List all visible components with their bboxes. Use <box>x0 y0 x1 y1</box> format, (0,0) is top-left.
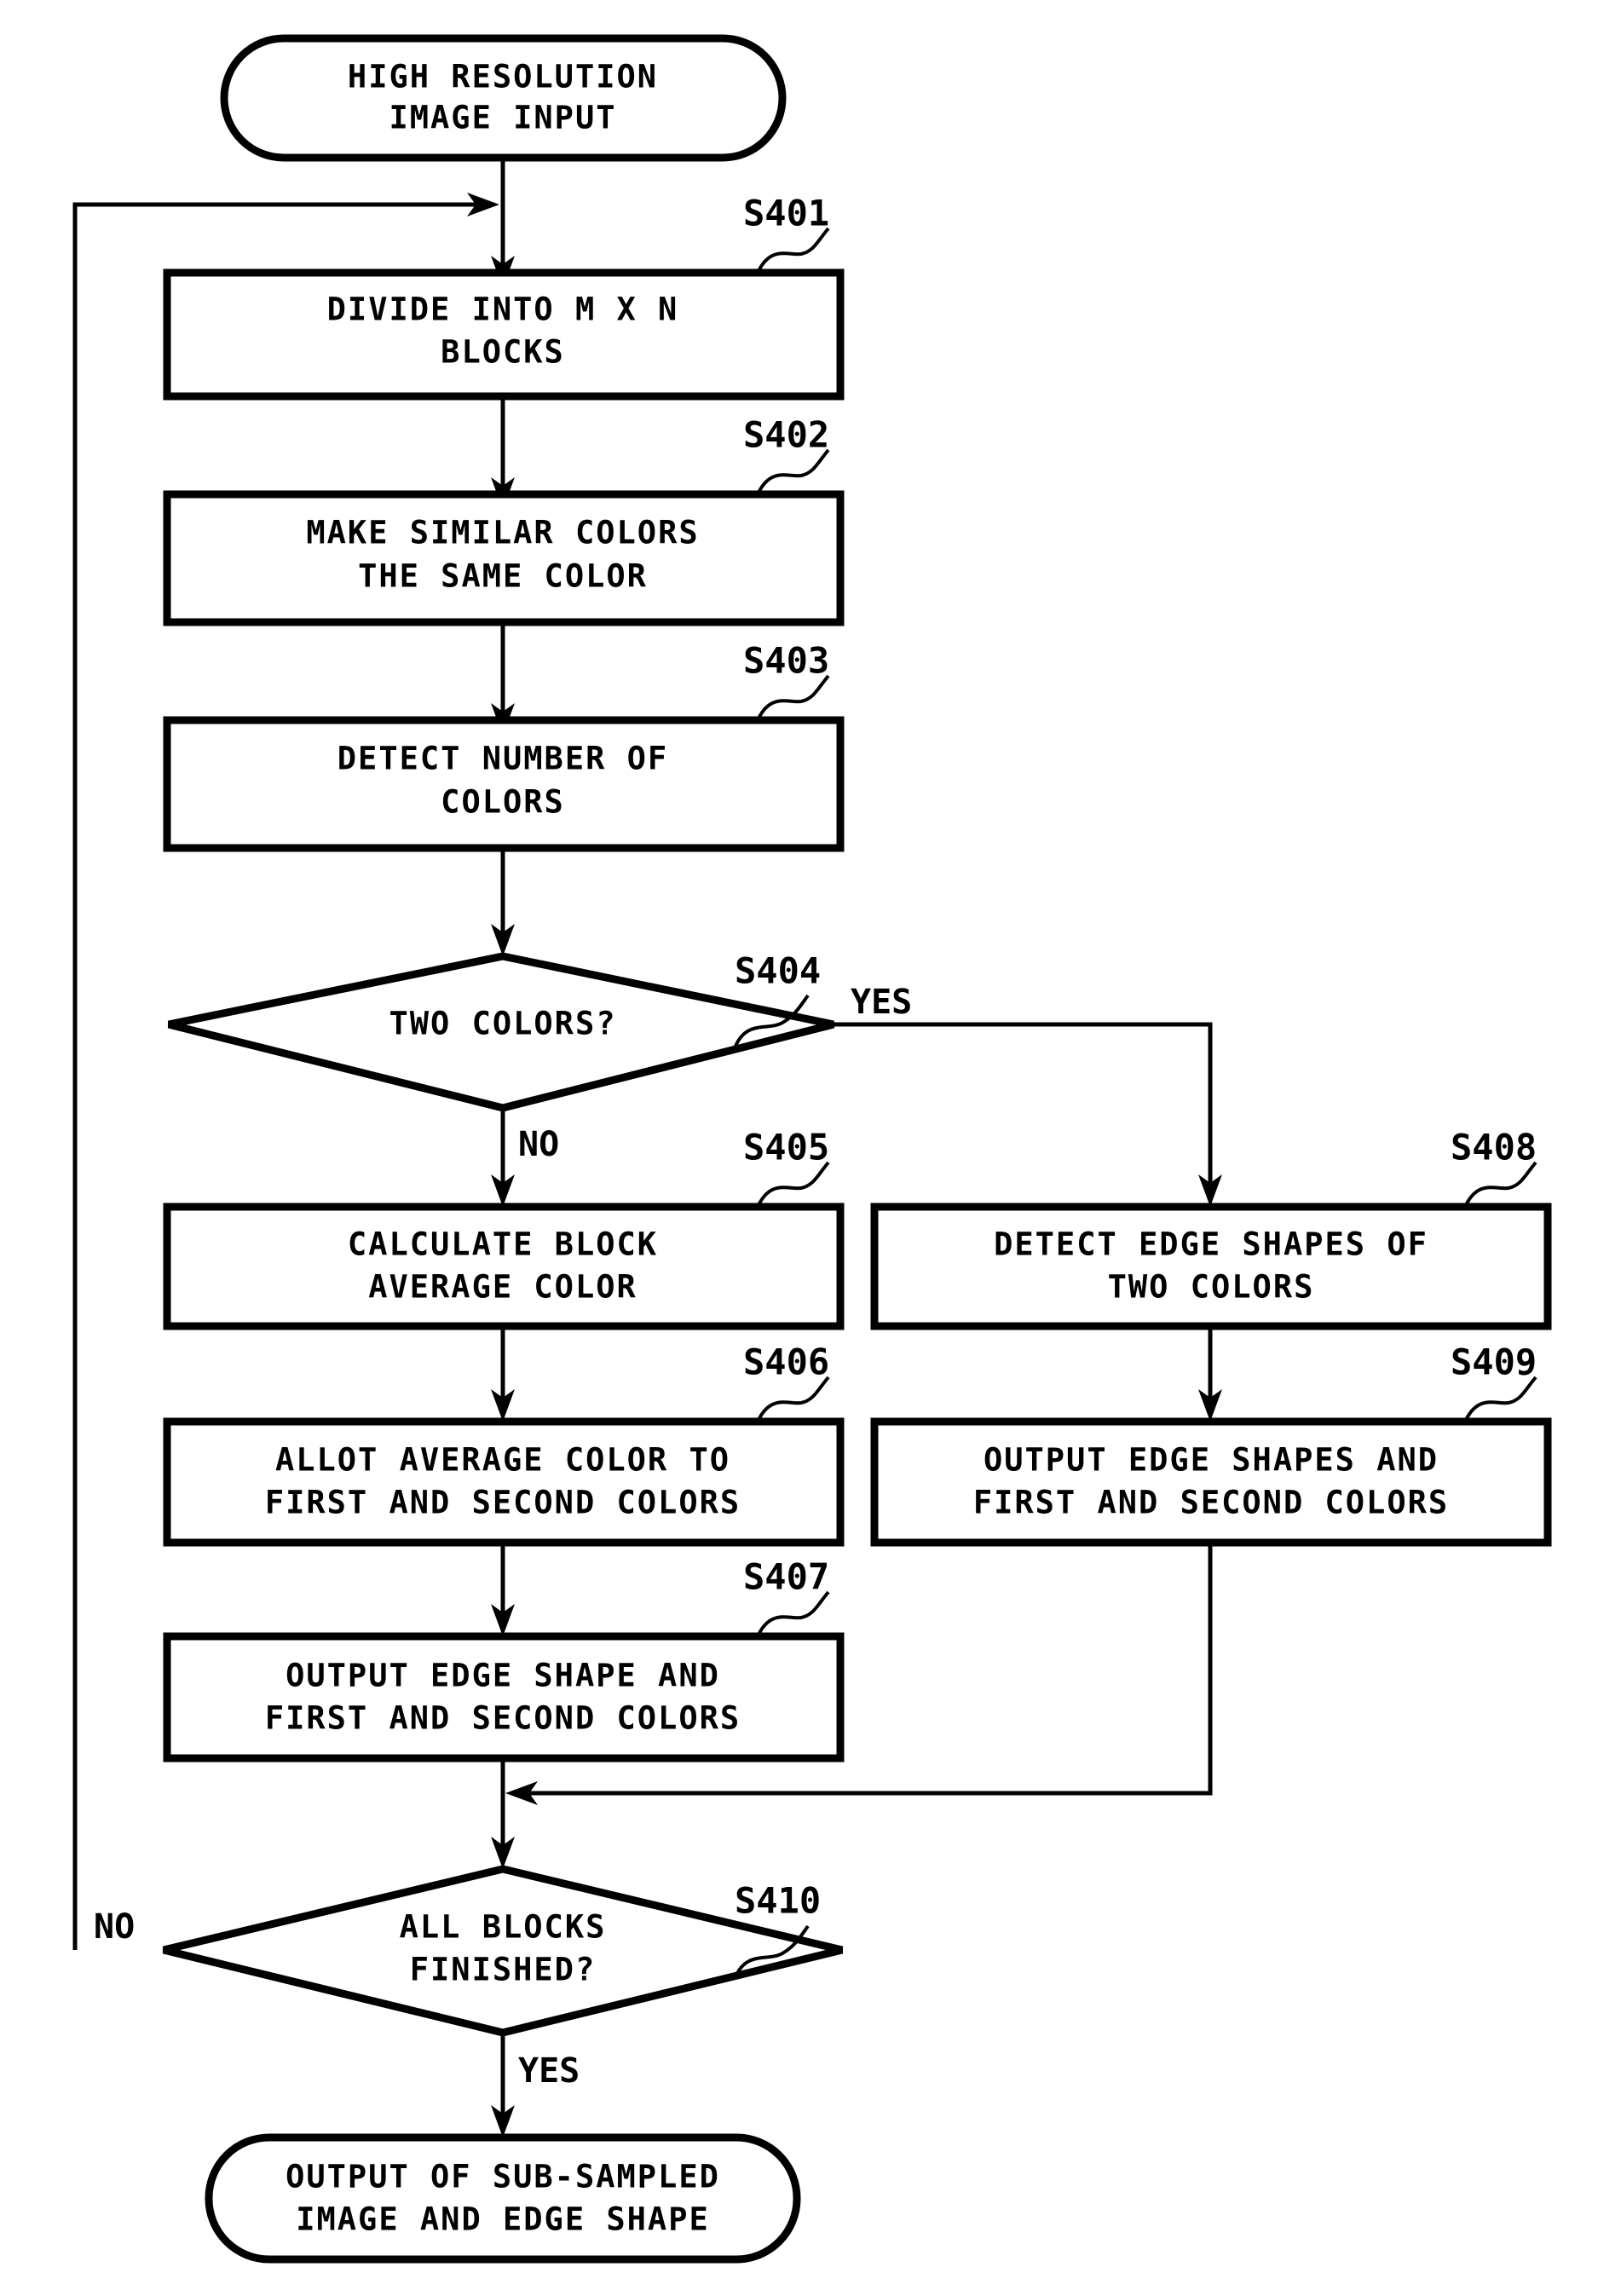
s408-line-2: TWO COLORS <box>1108 1269 1315 1306</box>
s401-line-1: DIVIDE INTO M X N <box>327 291 679 328</box>
node-s406[interactable]: ALLOT AVERAGE COLOR TO FIRST AND SECOND … <box>163 1417 845 1547</box>
step-label-s409: S409 <box>1451 1341 1537 1383</box>
start-line-2: IMAGE INPUT <box>389 100 616 136</box>
s406-line-2: FIRST AND SECOND COLORS <box>265 1485 741 1521</box>
end-terminator-shape <box>205 2133 801 2264</box>
step-label-s408-group: S408 <box>1451 1127 1537 1206</box>
node-s408[interactable]: DETECT EDGE SHAPES OF TWO COLORS <box>870 1203 1552 1330</box>
s409-box-shape <box>870 1417 1552 1547</box>
connector-s405-to-s406 <box>491 1326 515 1422</box>
s405-line-2: AVERAGE COLOR <box>368 1269 637 1306</box>
flowchart-canvas: HIGH RESOLUTION IMAGE INPUT DIVIDE INTO … <box>0 0 1598 2296</box>
step-label-s406-group: S406 <box>743 1341 830 1421</box>
step-label-s407-group: S407 <box>743 1556 830 1635</box>
s407-line-1: OUTPUT EDGE SHAPE AND <box>286 1658 720 1694</box>
step-label-s402: S402 <box>743 414 829 456</box>
connector-s404-yes-to-s408 <box>834 1022 1222 1207</box>
step-label-s404: S404 <box>735 950 821 992</box>
node-s405[interactable]: CALCULATE BLOCK AVERAGE COLOR <box>163 1203 845 1330</box>
s406-box-shape <box>163 1417 845 1547</box>
step-label-s401-group: S401 <box>743 193 830 272</box>
s406-line-1: ALLOT AVERAGE COLOR TO <box>275 1442 730 1479</box>
node-s403[interactable]: DETECT NUMBER OF COLORS <box>163 716 845 852</box>
s409-line-1: OUTPUT EDGE SHAPES AND <box>984 1442 1439 1479</box>
connector-s408-to-s409 <box>1198 1326 1222 1422</box>
node-s404[interactable]: TWO COLORS? <box>167 952 835 1112</box>
s401-line-2: BLOCKS <box>441 334 565 371</box>
node-s409[interactable]: OUTPUT EDGE SHAPES AND FIRST AND SECOND … <box>870 1417 1552 1547</box>
end-line-1: OUTPUT OF SUB-SAMPLED <box>286 2159 720 2195</box>
step-label-s403: S403 <box>743 640 829 682</box>
node-s401[interactable]: DIVIDE INTO M X N BLOCKS <box>163 268 845 401</box>
s403-line-1: DETECT NUMBER OF <box>337 741 668 777</box>
step-label-s409-group: S409 <box>1451 1341 1537 1421</box>
step-label-s401: S401 <box>743 193 829 234</box>
node-start[interactable]: HIGH RESOLUTION IMAGE INPUT <box>220 34 787 162</box>
s404-line-1: TWO COLORS? <box>389 1006 616 1042</box>
s408-box-shape <box>870 1203 1552 1330</box>
branch-label-s404-yes: YES <box>851 983 912 1022</box>
connector-s406-to-s407 <box>491 1543 515 1636</box>
node-s407[interactable]: OUTPUT EDGE SHAPE AND FIRST AND SECOND C… <box>163 1632 845 1762</box>
s409-line-2: FIRST AND SECOND COLORS <box>973 1485 1449 1521</box>
step-label-s405: S405 <box>743 1127 829 1168</box>
start-terminator-shape <box>220 34 787 162</box>
step-label-s403-group: S403 <box>743 640 830 719</box>
branch-label-s410-no: NO <box>94 1907 135 1947</box>
step-label-s410: S410 <box>735 1880 821 1922</box>
step-label-s405-group: S405 <box>743 1127 830 1206</box>
start-line-1: HIGH RESOLUTION <box>348 59 658 95</box>
s410-line-1: ALL BLOCKS <box>400 1909 607 1946</box>
step-label-s407: S407 <box>743 1556 829 1598</box>
s407-box-shape <box>163 1632 845 1762</box>
step-label-s406: S406 <box>743 1341 829 1383</box>
flowchart-svg: HIGH RESOLUTION IMAGE INPUT DIVIDE INTO … <box>72 34 1552 2264</box>
s402-line-1: MAKE SIMILAR COLORS <box>306 515 699 551</box>
branch-label-s410-yes: YES <box>518 2051 580 2091</box>
connector-s403-to-s404 <box>491 848 515 956</box>
branch-label-s404-no: NO <box>518 1125 559 1164</box>
node-s402[interactable]: MAKE SIMILAR COLORS THE SAME COLOR <box>163 490 845 626</box>
connector-s407-to-s410 <box>491 1758 515 1869</box>
end-line-2: IMAGE AND EDGE SHAPE <box>296 2201 710 2238</box>
s408-line-1: DETECT EDGE SHAPES OF <box>994 1226 1428 1263</box>
connector-s404-no-to-s405 <box>491 1108 515 1207</box>
s405-line-1: CALCULATE BLOCK <box>348 1226 658 1263</box>
s410-line-2: FINISHED? <box>410 1952 596 1988</box>
connector-s410-yes-to-end <box>491 2033 515 2137</box>
s407-line-2: FIRST AND SECOND COLORS <box>265 1700 741 1737</box>
step-label-s408: S408 <box>1451 1127 1537 1168</box>
s402-line-2: THE SAME COLOR <box>358 558 648 595</box>
step-label-s402-group: S402 <box>743 414 830 493</box>
connector-start-to-s401 <box>491 158 515 288</box>
s403-line-2: COLORS <box>441 784 565 821</box>
s405-box-shape <box>163 1203 845 1330</box>
node-end[interactable]: OUTPUT OF SUB-SAMPLED IMAGE AND EDGE SHA… <box>205 2133 801 2264</box>
